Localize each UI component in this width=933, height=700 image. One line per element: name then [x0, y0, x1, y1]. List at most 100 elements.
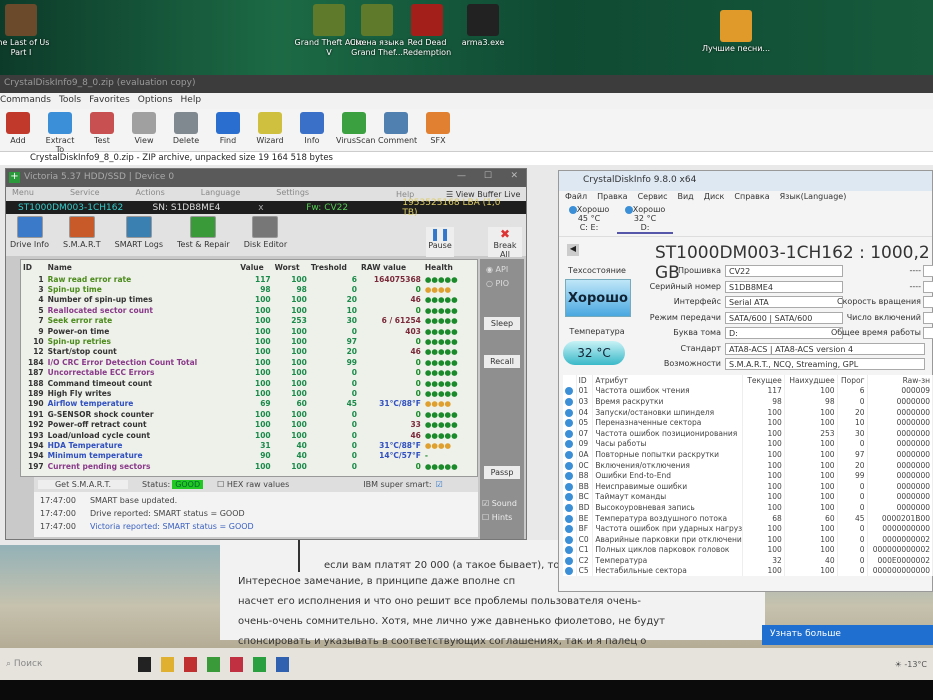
taskbar-app-icon[interactable]: [184, 656, 197, 672]
table-row[interactable]: 1 Raw read error rate 117 100 6 164075368 ●●●●…: [21, 274, 469, 284]
ibm-super-smart-checkbox[interactable]: ☑: [436, 480, 443, 489]
close-button[interactable]: ✕: [510, 171, 518, 181]
recall-button[interactable]: Recall: [484, 355, 520, 368]
menu-item[interactable]: Language: [201, 188, 240, 200]
menu-item[interactable]: Вид: [677, 192, 693, 204]
toolbar-button-sfx[interactable]: SFX: [420, 111, 456, 149]
toolbar-button-info[interactable]: Info: [294, 111, 330, 149]
table-row[interactable]: C2 Температура 32 40 0 000E0000002: [563, 555, 933, 566]
menu-item[interactable]: Сервис: [638, 192, 668, 204]
learn-more-button[interactable]: Узнать больше: [762, 625, 933, 645]
taskbar-app-icon[interactable]: [253, 656, 266, 672]
prev-drive-button[interactable]: ◀: [567, 244, 579, 256]
table-row[interactable]: 03 Время раскрутки 98 98 0 0000000: [563, 396, 933, 407]
table-row[interactable]: BB Неисправимые ошибки 100 100 0 0000000: [563, 480, 933, 492]
table-row[interactable]: 7 Seek error rate 100 253 30 6 / 61254 ●●●●●: [21, 316, 469, 326]
menu-item[interactable]: Язык(Language): [780, 192, 847, 204]
table-row[interactable]: 184 I/O CRC Error Detection Count Total 10…: [21, 357, 469, 367]
sound-checkbox[interactable]: ☑ Sound: [482, 499, 517, 508]
toolbar-button-extract-to[interactable]: Extract To: [42, 111, 78, 154]
pause-button[interactable]: ❚❚ Pause: [426, 227, 454, 257]
desktop-icon[interactable]: arma3.exe: [448, 4, 518, 48]
hex-raw-checkbox[interactable]: ☐ HEX raw values: [217, 480, 289, 489]
table-row[interactable]: 4 Number of spin-up times 100 100 20 46 ●●●●●: [21, 295, 469, 305]
menu-item[interactable]: Service: [70, 188, 100, 200]
table-row[interactable]: C5 Нестабильные сектора 100 100 0 00000000000…: [563, 565, 933, 577]
taskbar-app-icon[interactable]: [138, 656, 151, 672]
tab-driveinfo[interactable]: Drive Info: [10, 216, 49, 254]
toolbar-button-wizard[interactable]: Wizard: [252, 111, 288, 149]
menu-item[interactable]: Диск: [704, 192, 725, 204]
tab-smartlogs[interactable]: SMART Logs: [115, 216, 163, 254]
table-row[interactable]: 192 Power-off retract count 100 100 0 33 ●●●●●: [21, 419, 469, 429]
weather-widget[interactable]: ☀ -13°C: [895, 660, 927, 669]
taskbar-app-icon[interactable]: [207, 656, 220, 672]
table-row[interactable]: 12 Start/stop count 100 100 20 46 ●●●●●: [21, 347, 469, 357]
table-row[interactable]: 10 Spin-up retries 100 100 97 0 ●●●●●: [21, 336, 469, 346]
desktop-icon[interactable]: The Last of Us Part I: [0, 4, 56, 58]
table-row[interactable]: C1 Полных циклов парковок головок 100 100 0 0…: [563, 544, 933, 556]
menu-item[interactable]: Menu: [12, 188, 34, 200]
table-row[interactable]: B8 Ошибки End-to-End 100 100 99 0000000: [563, 470, 933, 481]
menu-item[interactable]: Правка: [597, 192, 627, 204]
break-all-button[interactable]: ✖ Break All: [488, 227, 522, 259]
tab-testrepair[interactable]: Test & Repair: [177, 216, 230, 254]
drive-tab[interactable]: Хорошо 32 °C D:: [617, 205, 673, 234]
table-row[interactable]: BE Температура воздушного потока 68 60 45 000…: [563, 512, 933, 524]
table-row[interactable]: BD Высокоуровневая запись 100 100 0 0000000: [563, 502, 933, 513]
menu-item[interactable]: Favorites: [89, 95, 130, 107]
toolbar-button-delete[interactable]: Delete: [168, 111, 204, 149]
taskbar-app-icon[interactable]: [230, 656, 243, 672]
table-row[interactable]: 193 Load/unload cycle count 100 100 0 46 ●●●●●: [21, 430, 469, 440]
table-row[interactable]: C0Аварийные парковки при отключении пи..…: [563, 533, 933, 545]
toolbar-button-find[interactable]: Find: [210, 111, 246, 149]
api-radio[interactable]: ◉ API: [486, 265, 508, 274]
menu-item[interactable]: Settings: [276, 188, 309, 200]
toolbar-button-virusscan[interactable]: VirusScan: [336, 111, 376, 149]
pio-radio[interactable]: ○ PIO: [486, 279, 509, 288]
table-row[interactable]: 188 Command timeout count 100 100 0 0 ●●●●●: [21, 378, 469, 388]
menu-item[interactable]: Commands: [0, 95, 51, 107]
desktop-icon[interactable]: Лучшие песни...: [701, 10, 771, 54]
table-row[interactable]: 04 Запуски/остановки шпинделя 100 100 20 0000…: [563, 406, 933, 418]
taskbar-app-icon[interactable]: [161, 656, 174, 672]
toolbar-button-comment[interactable]: Comment: [378, 111, 417, 149]
toolbar-button-view[interactable]: View: [126, 111, 162, 149]
menu-item[interactable]: Tools: [59, 95, 81, 107]
table-row[interactable]: 05 Переназначенные сектора 100 100 10 0000000: [563, 417, 933, 428]
table-row[interactable]: BF Частота ошибок при ударных нагрузках 10…: [563, 523, 933, 534]
menu-help[interactable]: Help: [396, 190, 414, 199]
menu-item[interactable]: Help: [181, 95, 202, 107]
table-row[interactable]: 09 Часы работы 100 100 0 0000000: [563, 438, 933, 450]
table-row[interactable]: 194 Minimum temperature 90 40 0 14°C/57°F -: [21, 451, 469, 461]
table-row[interactable]: 01 Частота ошибок чтения 117 100 6 000009: [563, 385, 933, 397]
table-row[interactable]: 187 Uncorrectable ECC Errors 100 100 0 0 ●●●●●: [21, 368, 469, 378]
menu-item[interactable]: Файл: [565, 192, 587, 204]
maximize-button[interactable]: ☐: [484, 171, 492, 181]
toolbar-button-add[interactable]: Add: [0, 111, 36, 149]
passp-button[interactable]: Passp: [484, 466, 520, 479]
table-row[interactable]: 0A Повторные попытки раскрутки 100 100 97 000…: [563, 449, 933, 460]
menu-item[interactable]: Options: [138, 95, 173, 107]
table-row[interactable]: 07 Частота ошибок позиционирования 100 253 3…: [563, 427, 933, 439]
toolbar-button-test[interactable]: Test: [84, 111, 120, 149]
table-row[interactable]: 5 Reallocated sector count 100 100 10 0 ●●●●●: [21, 305, 469, 315]
tab-diskeditor[interactable]: Disk Editor: [244, 216, 287, 254]
table-row[interactable]: 191 G-SENSOR shock counter 100 100 0 0 ●●●●●: [21, 409, 469, 419]
health-status-button[interactable]: Хорошо: [565, 279, 631, 317]
view-buffer-live[interactable]: ☰ View Buffer Live: [446, 190, 520, 199]
menu-item[interactable]: Actions: [136, 188, 165, 200]
tab-smart[interactable]: S.M.A.R.T: [63, 216, 101, 254]
sleep-button[interactable]: Sleep: [484, 317, 520, 330]
table-row[interactable]: 194 HDA Temperature 31 40 0 31°C/88°F ●●●●: [21, 440, 469, 450]
table-row[interactable]: 190 Airflow temperature 69 60 45 31°C/88°F ●●●…: [21, 399, 469, 409]
table-row[interactable]: 9 Power-on time 100 100 0 403 ●●●●●: [21, 326, 469, 336]
menu-item[interactable]: Справка: [734, 192, 769, 204]
table-row[interactable]: 3 Spin-up time 98 98 0 0 ●●●●: [21, 284, 469, 294]
table-row[interactable]: 189 High Fly writes 100 100 0 0 ●●●●●: [21, 388, 469, 398]
taskbar-app-icon[interactable]: [276, 656, 289, 672]
table-row[interactable]: BC Таймаут команды 100 100 0 0000000: [563, 491, 933, 503]
table-row[interactable]: 197 Current pending sectors 100 100 0 0 ●●●●●: [21, 461, 469, 471]
get-smart-button[interactable]: Get S.M.A.R.T.: [38, 480, 128, 489]
hints-checkbox[interactable]: ☐ Hints: [482, 513, 512, 522]
